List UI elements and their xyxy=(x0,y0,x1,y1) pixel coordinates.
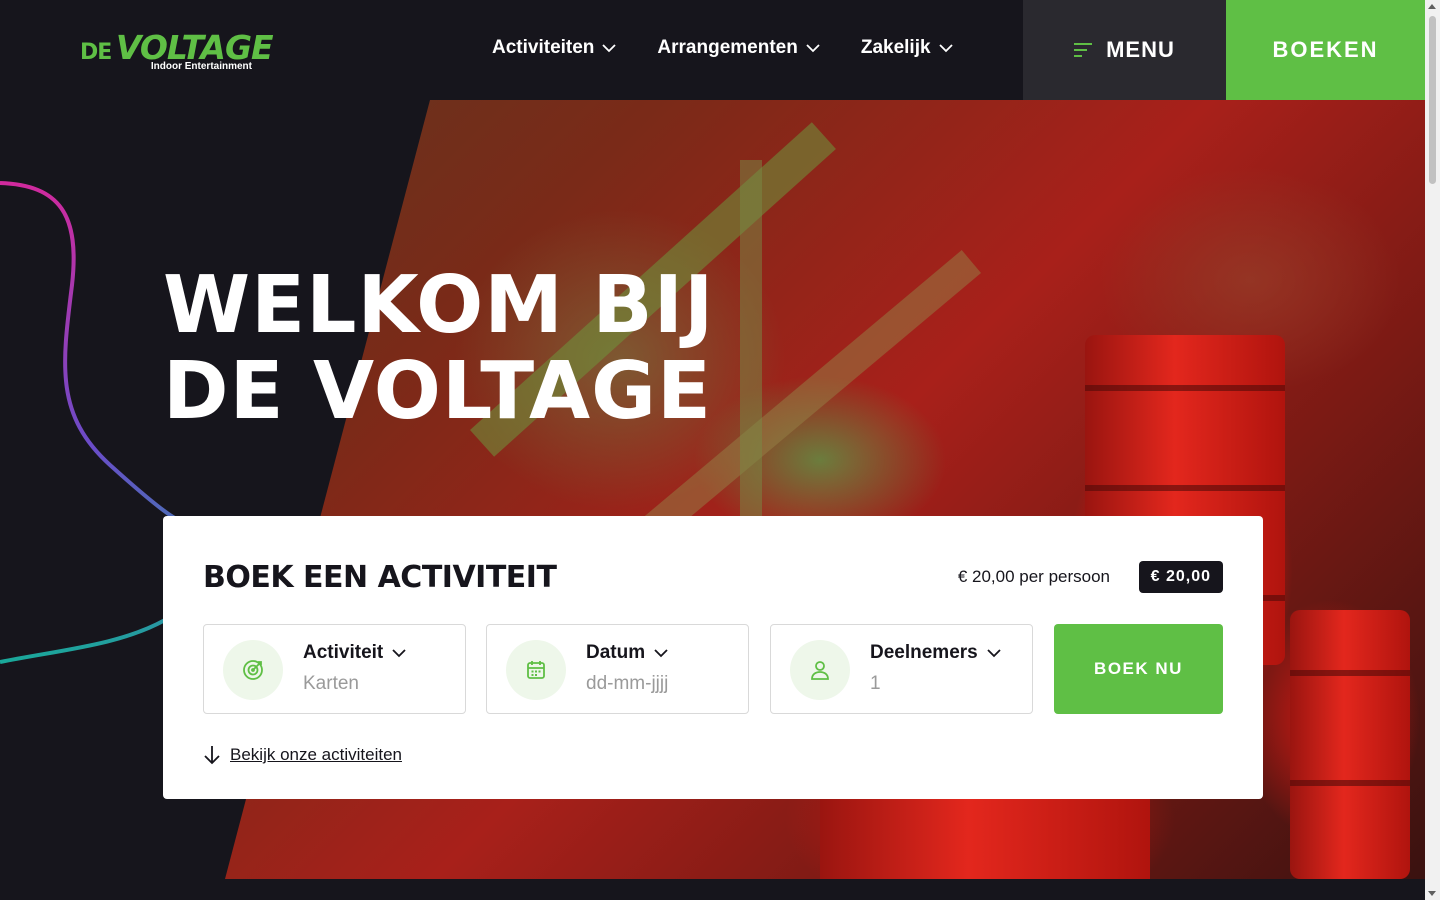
scroll-down-arrow-icon[interactable] xyxy=(1428,891,1436,896)
main-navigation: Activiteiten Arrangementen Zakelijk xyxy=(492,37,953,59)
date-placeholder: dd-mm-jjjj xyxy=(586,673,669,694)
logo-tagline: Indoor Entertainment xyxy=(150,61,252,72)
price-per-person: € 20,00 per persoon xyxy=(957,567,1110,586)
red-barrel xyxy=(1290,610,1410,879)
target-icon xyxy=(223,640,283,700)
view-activities-label: Bekijk onze activiteiten xyxy=(230,745,402,764)
hamburger-icon xyxy=(1074,43,1093,57)
activity-label: Activiteit xyxy=(303,642,406,664)
hero-title-line: DE VOLTAGE xyxy=(163,345,712,437)
site-header: DE VOLTAGE Indoor Entertainment Activite… xyxy=(0,0,1425,100)
chevron-down-icon xyxy=(654,649,668,658)
nav-item-zakelijk[interactable]: Zakelijk xyxy=(861,37,953,59)
menu-label: MENU xyxy=(1106,37,1175,62)
nav-item-arrangementen[interactable]: Arrangementen xyxy=(657,37,820,59)
menu-button[interactable]: MENU xyxy=(1023,0,1226,100)
date-label: Datum xyxy=(586,642,668,664)
participants-value: 1 xyxy=(870,673,881,694)
site-logo[interactable]: DE VOLTAGE Indoor Entertainment xyxy=(80,28,274,76)
arrow-down-icon xyxy=(204,746,220,765)
booking-card: BOEK EEN ACTIVITEIT € 20,00 per persoon … xyxy=(163,516,1263,799)
chevron-down-icon xyxy=(938,44,953,53)
nav-item-label: Arrangementen xyxy=(657,37,798,58)
book-button[interactable]: BOEKEN xyxy=(1226,0,1425,100)
activity-value: Karten xyxy=(303,673,359,694)
person-icon xyxy=(790,640,850,700)
participants-select[interactable]: Deelnemers 1 xyxy=(770,624,1033,714)
activity-select[interactable]: Activiteit Karten xyxy=(203,624,466,714)
hero-title-line: WELKOM BIJ xyxy=(163,259,715,351)
page-bottom-strip xyxy=(0,879,1425,900)
hero-title: WELKOM BIJ DE VOLTAGE xyxy=(163,262,714,434)
chevron-down-icon xyxy=(602,44,617,53)
view-activities-link[interactable]: Bekijk onze activiteiten xyxy=(203,745,402,765)
chevron-down-icon xyxy=(987,649,1001,658)
nav-item-label: Activiteiten xyxy=(492,37,595,58)
scroll-up-arrow-icon[interactable] xyxy=(1428,4,1436,9)
participants-label: Deelnemers xyxy=(870,642,1001,664)
date-field[interactable]: Datum dd-mm-jjjj xyxy=(486,624,749,714)
price-badge: € 20,00 xyxy=(1138,561,1223,593)
nav-item-activiteiten[interactable]: Activiteiten xyxy=(492,37,617,59)
nav-item-label: Zakelijk xyxy=(860,37,931,58)
page-scrollbar[interactable] xyxy=(1425,0,1440,900)
book-now-label: BOEK NU xyxy=(1094,659,1183,678)
book-now-button[interactable]: BOEK NU xyxy=(1054,624,1223,714)
booking-title: BOEK EEN ACTIVITEIT xyxy=(203,560,557,595)
calendar-icon xyxy=(506,640,566,700)
chevron-down-icon xyxy=(392,649,406,658)
chevron-down-icon xyxy=(806,44,820,53)
scrollbar-thumb[interactable] xyxy=(1429,16,1436,184)
book-button-label: BOEKEN xyxy=(1272,37,1379,62)
